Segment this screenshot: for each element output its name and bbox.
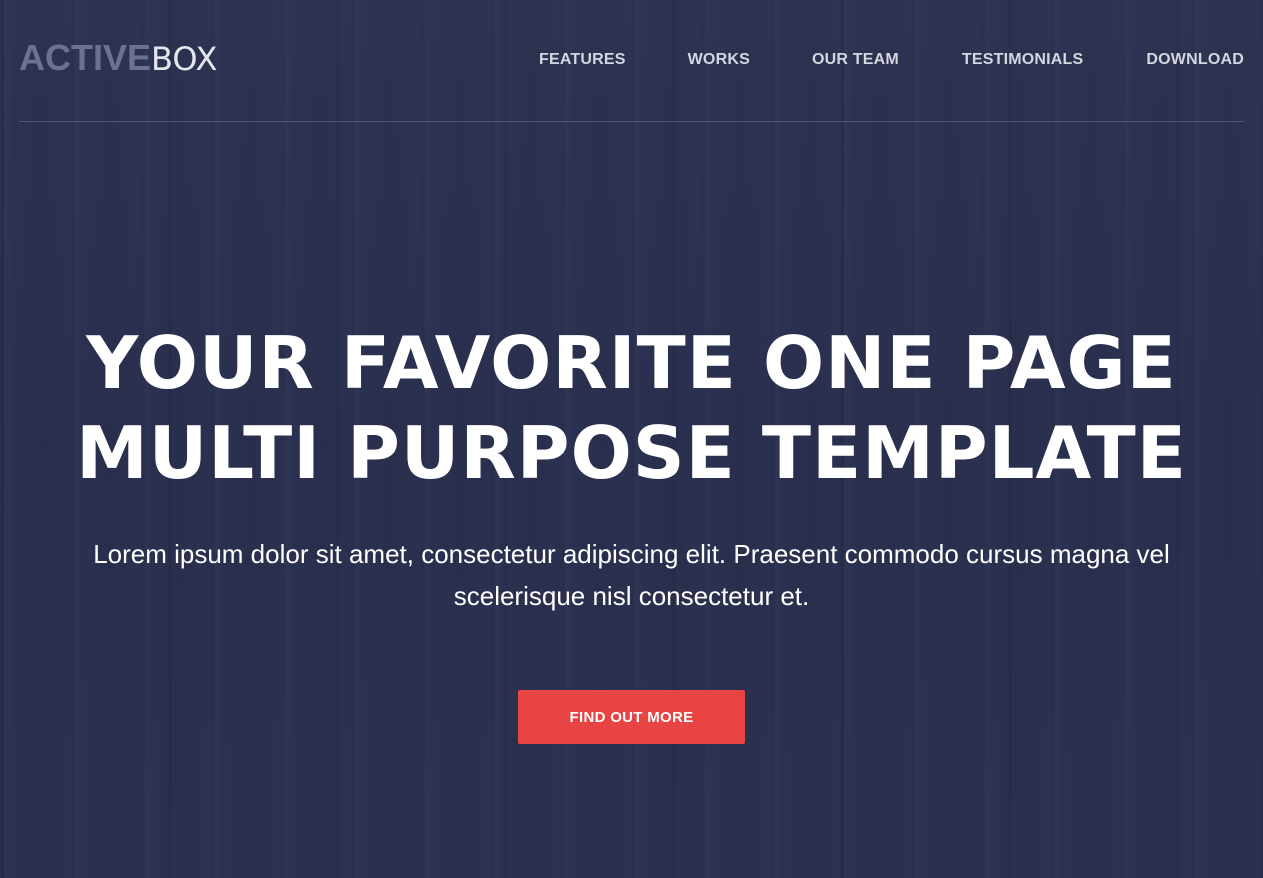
nav-item-download[interactable]: DOWNLOAD xyxy=(1146,51,1244,69)
hero-subtitle-line-2: scelerisque nisl consectetur et. xyxy=(453,581,810,611)
nav-item-features[interactable]: FEATURES xyxy=(539,51,626,69)
find-out-more-button[interactable]: FIND OUT MORE xyxy=(518,690,745,744)
site-logo[interactable]: ACTIVEBOX xyxy=(19,37,218,79)
site-header: ACTIVEBOX FEATURES WORKS OUR TEAM TESTIM… xyxy=(19,0,1244,122)
hero-title-line-1: YOUR FAVORITE ONE PAGE xyxy=(86,321,1177,405)
main-nav: FEATURES WORKS OUR TEAM TESTIMONIALS DOW… xyxy=(539,48,1244,72)
hero-title: YOUR FAVORITE ONE PAGE MULTI PURPOSE TEM… xyxy=(0,318,1263,498)
hero-title-line-2: MULTI PURPOSE TEMPLATE xyxy=(76,411,1187,495)
nav-item-works[interactable]: WORKS xyxy=(688,51,750,69)
nav-item-our-team[interactable]: OUR TEAM xyxy=(812,51,899,69)
logo-text-light: BOX xyxy=(151,40,218,78)
hero-subtitle: Lorem ipsum dolor sit amet, consectetur … xyxy=(30,533,1233,617)
nav-item-testimonials[interactable]: TESTIMONIALS xyxy=(962,51,1084,69)
hero-subtitle-line-1: Lorem ipsum dolor sit amet, consectetur … xyxy=(93,539,1170,569)
logo-text-strong: ACTIVE xyxy=(19,37,152,78)
